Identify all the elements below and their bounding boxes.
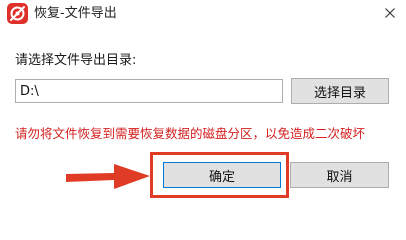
confirm-highlight-box	[150, 152, 289, 198]
recovery-app-icon	[7, 3, 28, 24]
close-icon	[385, 8, 395, 18]
export-dialog: 恢复-文件导出 请选择文件导出目录: 选择目录 请勿将文件恢复到需要恢复数据的磁…	[0, 0, 406, 204]
right-arrow-icon	[66, 164, 150, 189]
export-path-input[interactable]	[15, 79, 283, 103]
cancel-button[interactable]: 取消	[290, 162, 389, 188]
warning-text: 请勿将文件恢复到需要恢复数据的磁盘分区，以免造成二次破坏	[15, 126, 366, 141]
close-button[interactable]	[372, 0, 406, 28]
window-title: 恢复-文件导出	[34, 6, 117, 21]
browse-directory-button[interactable]: 选择目录	[291, 78, 389, 104]
title-bar: 恢复-文件导出	[0, 0, 406, 30]
export-directory-label: 请选择文件导出目录:	[15, 53, 137, 68]
